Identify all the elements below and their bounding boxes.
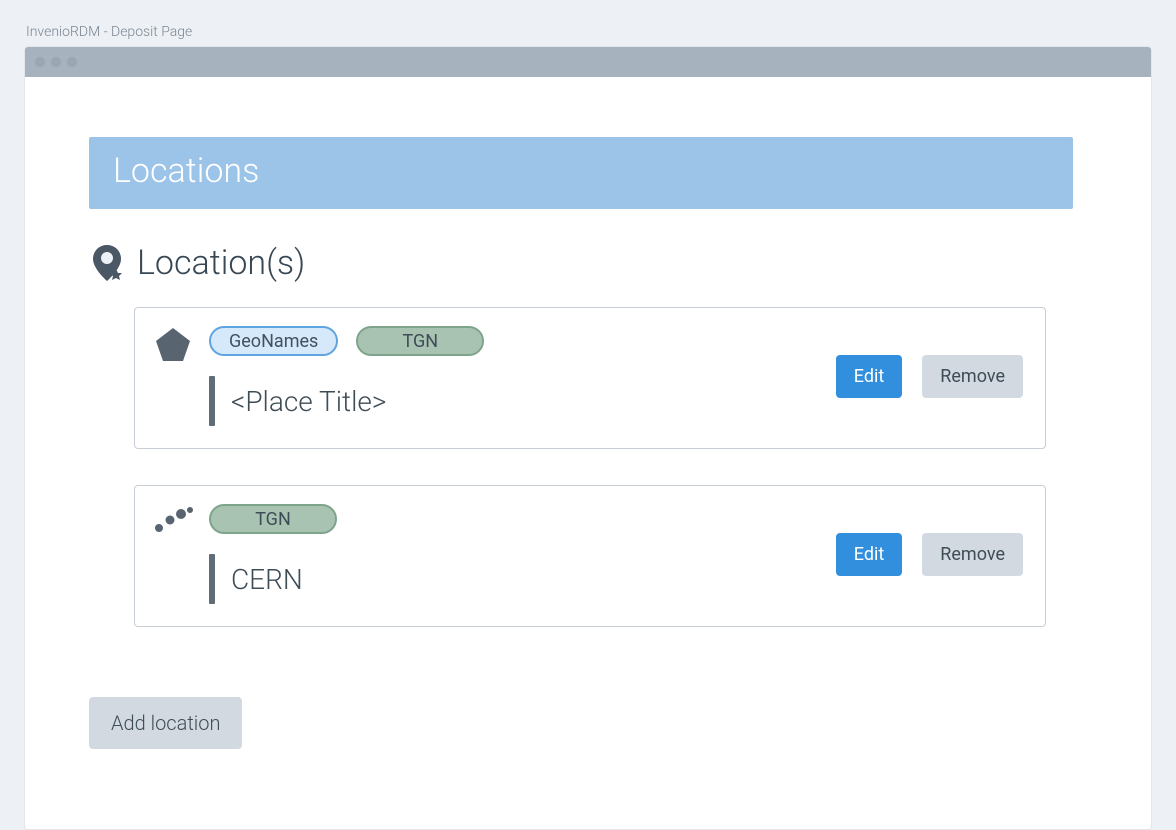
- location-card: TGN CERN Edit Remove: [134, 485, 1046, 627]
- location-title: <Place Title>: [231, 385, 386, 418]
- window-caption: InvenioRDM - Deposit Page: [24, 24, 1152, 40]
- location-title: CERN: [231, 563, 303, 596]
- traffic-light-dot[interactable]: [67, 57, 77, 67]
- title-row: <Place Title>: [209, 376, 836, 426]
- card-actions: Edit Remove: [836, 533, 1023, 576]
- location-shape-icon: [153, 326, 193, 426]
- location-shape-icon: [153, 504, 193, 604]
- panel-header: Locations: [89, 137, 1073, 209]
- edit-button[interactable]: Edit: [836, 355, 902, 398]
- traffic-light-dot[interactable]: [51, 57, 61, 67]
- location-card: GeoNames TGN <Place Title> Edit Remove: [134, 307, 1046, 449]
- traffic-light-dot[interactable]: [35, 57, 45, 67]
- card-left: GeoNames TGN <Place Title>: [153, 326, 836, 426]
- desktop-background: InvenioRDM - Deposit Page Locations Loca…: [0, 0, 1176, 814]
- app-window: Locations Location(s): [24, 46, 1152, 830]
- tag-row: TGN: [209, 504, 836, 534]
- add-location-button[interactable]: Add location: [89, 697, 242, 749]
- identifier-tag-tgn[interactable]: TGN: [356, 326, 484, 356]
- section-title: Location(s): [137, 243, 305, 283]
- window-body: Locations Location(s): [25, 77, 1151, 829]
- remove-button[interactable]: Remove: [922, 533, 1023, 576]
- window-titlebar: [25, 47, 1151, 77]
- title-accent-bar: [209, 376, 215, 426]
- section-heading-row: Location(s): [89, 243, 1087, 283]
- identifier-tag-tgn[interactable]: TGN: [209, 504, 337, 534]
- card-actions: Edit Remove: [836, 355, 1023, 398]
- title-accent-bar: [209, 554, 215, 604]
- edit-button[interactable]: Edit: [836, 533, 902, 576]
- tag-row: GeoNames TGN: [209, 326, 836, 356]
- card-main: GeoNames TGN <Place Title>: [209, 326, 836, 426]
- card-left: TGN CERN: [153, 504, 836, 604]
- remove-button[interactable]: Remove: [922, 355, 1023, 398]
- identifier-tag-geonames[interactable]: GeoNames: [209, 326, 338, 356]
- title-row: CERN: [209, 554, 836, 604]
- pin-star-icon: [89, 243, 125, 283]
- card-main: TGN CERN: [209, 504, 836, 604]
